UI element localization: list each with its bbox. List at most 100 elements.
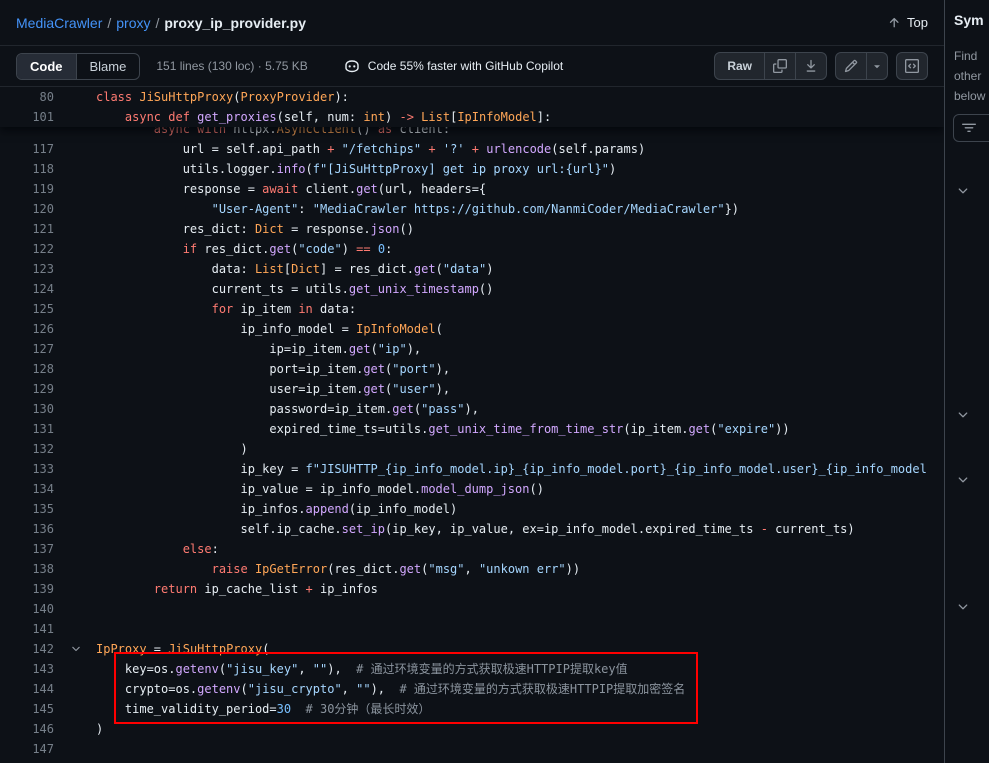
line-number[interactable]: 136	[0, 519, 68, 539]
clipped-line: async with httpx.AsyncClient() as client…	[0, 127, 944, 139]
code-text: res_dict: Dict = response.json()	[68, 219, 414, 239]
edit-dropdown-button[interactable]	[866, 52, 888, 80]
copy-icon	[773, 59, 787, 73]
line-number[interactable]: 140	[0, 599, 68, 619]
file-toolbar: Code Blame 151 lines (130 loc) · 5.75 KB…	[0, 46, 944, 87]
line-number[interactable]: 124	[0, 279, 68, 299]
symbols-panel-button[interactable]	[896, 52, 928, 80]
scroll-to-top-button[interactable]: Top	[887, 15, 928, 30]
breadcrumb-file-name: proxy_ip_provider.py	[164, 15, 306, 31]
code-line: 134 ip_value = ip_info_model.model_dump_…	[0, 479, 944, 499]
code-text	[68, 619, 96, 639]
symbol-tree-toggle[interactable]	[956, 408, 972, 424]
pencil-icon	[844, 59, 858, 73]
line-number[interactable]: 142	[0, 639, 68, 659]
code-line: 138 raise IpGetError(res_dict.get("msg",…	[0, 559, 944, 579]
code-text: ip_key = f"JISUHTTP_{ip_info_model.ip}_{…	[68, 459, 927, 479]
code-text: response = await client.get(url, headers…	[68, 179, 486, 199]
line-number[interactable]: 146	[0, 719, 68, 739]
line-number[interactable]: 126	[0, 319, 68, 339]
line-number[interactable]: 141	[0, 619, 68, 639]
line-number[interactable]: 145	[0, 699, 68, 719]
line-number[interactable]: 120	[0, 199, 68, 219]
code-text: "User-Agent": "MediaCrawler https://gith…	[68, 199, 739, 219]
symbols-filter-input[interactable]	[953, 114, 989, 142]
line-number[interactable]: 128	[0, 359, 68, 379]
code-text: )	[68, 439, 248, 459]
code-text: expired_time_ts=utils.get_unix_time_from…	[68, 419, 790, 439]
code-text: ip_value = ip_info_model.model_dump_json…	[68, 479, 544, 499]
code-line: 117 url = self.api_path + "/fetchips" + …	[0, 139, 944, 159]
symbols-description-line: below	[954, 86, 985, 106]
symbols-description-line: other	[954, 66, 985, 86]
code-line: 145 time_validity_period=30 # 30分钟（最长时效）	[0, 699, 944, 719]
breadcrumb-repo-link[interactable]: MediaCrawler	[16, 15, 102, 31]
line-number[interactable]: 147	[0, 739, 68, 759]
line-number[interactable]: 121	[0, 219, 68, 239]
line-number[interactable]: 132	[0, 439, 68, 459]
code-line: 143 key=os.getenv("jisu_key", ""), # 通过环…	[0, 659, 944, 679]
file-info: 151 lines (130 loc) · 5.75 KB	[156, 59, 307, 73]
line-number[interactable]: 101	[0, 107, 68, 127]
line-number[interactable]: 118	[0, 159, 68, 179]
line-number[interactable]: 123	[0, 259, 68, 279]
line-number[interactable]: 135	[0, 499, 68, 519]
code-square-icon	[905, 59, 919, 73]
code-text: current_ts = utils.get_unix_timestamp()	[68, 279, 493, 299]
code-line: 135 ip_infos.append(ip_info_model)	[0, 499, 944, 519]
code-line: 124 current_ts = utils.get_unix_timestam…	[0, 279, 944, 299]
download-raw-button[interactable]	[795, 52, 827, 80]
line-number[interactable]: 80	[0, 87, 68, 107]
line-number[interactable]: 133	[0, 459, 68, 479]
code-text: else:	[68, 539, 219, 559]
line-number[interactable]: 129	[0, 379, 68, 399]
raw-button[interactable]: Raw	[714, 52, 765, 80]
line-number[interactable]: 138	[0, 559, 68, 579]
symbols-description-line: Find	[954, 46, 985, 66]
edit-button[interactable]	[835, 52, 867, 80]
line-number[interactable]: 119	[0, 179, 68, 199]
line-number[interactable]: 127	[0, 339, 68, 359]
copy-raw-button[interactable]	[764, 52, 796, 80]
collapse-chevron-icon[interactable]	[70, 643, 82, 655]
code-text: class JiSuHttpProxy(ProxyProvider):	[68, 87, 349, 107]
copilot-banner[interactable]: Code 55% faster with GitHub Copilot	[344, 58, 563, 74]
code-line: 119 response = await client.get(url, hea…	[0, 179, 944, 199]
line-number[interactable]: 144	[0, 679, 68, 699]
line-number[interactable]: 131	[0, 419, 68, 439]
code-text: utils.logger.info(f"[JiSuHttpProxy] get …	[68, 159, 616, 179]
tab-code[interactable]: Code	[17, 54, 77, 79]
line-number[interactable]: 139	[0, 579, 68, 599]
code-text: user=ip_item.get("user"),	[68, 379, 450, 399]
breadcrumb-folder-link[interactable]: proxy	[116, 15, 150, 31]
code-text: key=os.getenv("jisu_key", ""), # 通过环境变量的…	[68, 659, 628, 679]
code-text: url = self.api_path + "/fetchips" + '?' …	[68, 139, 645, 159]
symbols-panel-title: Sym	[954, 12, 984, 28]
github-file-view: MediaCrawler / proxy / proxy_ip_provider…	[0, 0, 989, 763]
line-number[interactable]: 130	[0, 399, 68, 419]
line-number[interactable]: 125	[0, 299, 68, 319]
line-number[interactable]: 137	[0, 539, 68, 559]
line-number[interactable]: 134	[0, 479, 68, 499]
arrow-up-icon	[887, 16, 901, 30]
symbol-tree-toggle[interactable]	[956, 600, 972, 616]
tab-blame[interactable]: Blame	[77, 54, 140, 79]
breadcrumb-separator: /	[155, 15, 159, 31]
line-number[interactable]: 117	[0, 139, 68, 159]
line-number[interactable]: 143	[0, 659, 68, 679]
line-number[interactable]: 122	[0, 239, 68, 259]
symbol-tree-toggle[interactable]	[956, 184, 972, 200]
symbol-tree-toggle[interactable]	[956, 473, 972, 489]
code-line: 128 port=ip_item.get("port"),	[0, 359, 944, 379]
code-line: 132 )	[0, 439, 944, 459]
code-line: 120 "User-Agent": "MediaCrawler https://…	[0, 199, 944, 219]
line-number[interactable]	[0, 127, 68, 139]
code-line: 133 ip_key = f"JISUHTTP_{ip_info_model.i…	[0, 459, 944, 479]
clipped-line-wrap: async with httpx.AsyncClient() as client…	[0, 127, 944, 139]
copilot-icon	[344, 58, 360, 74]
code-line: 118 utils.logger.info(f"[JiSuHttpProxy] …	[0, 159, 944, 179]
code-text: )	[68, 719, 103, 739]
scroll-to-top-label: Top	[907, 15, 928, 30]
code-text	[68, 739, 96, 759]
code-line: 129 user=ip_item.get("user"),	[0, 379, 944, 399]
